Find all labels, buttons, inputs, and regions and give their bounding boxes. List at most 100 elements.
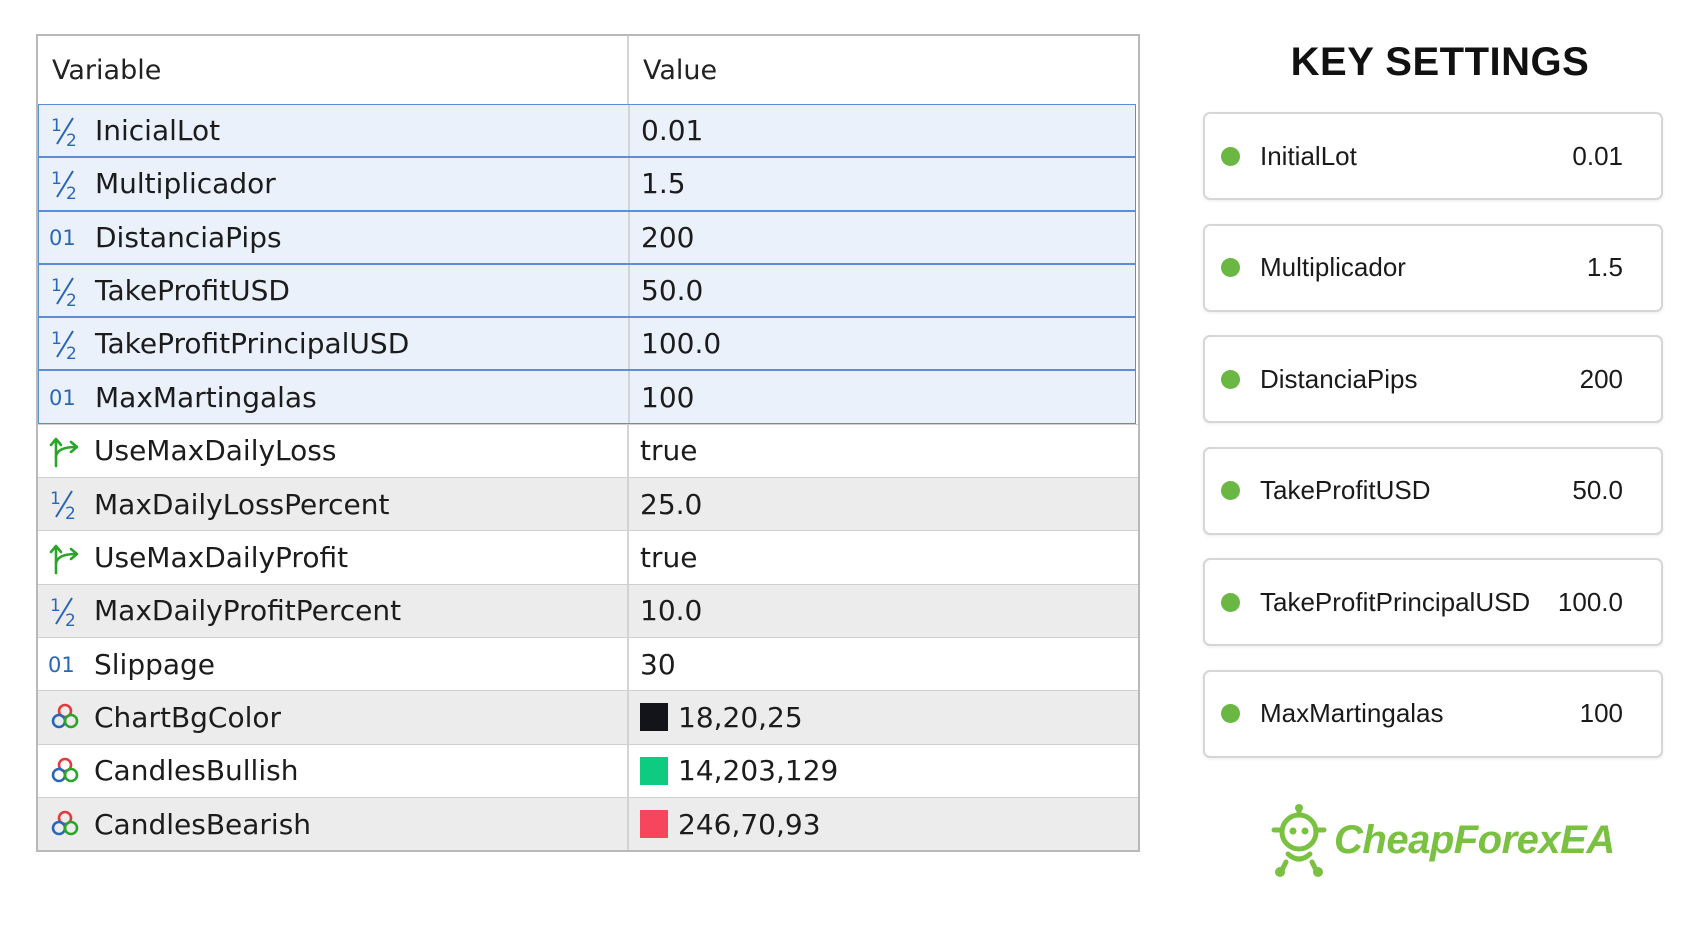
value-cell[interactable]: 18,20,25 [629, 691, 803, 743]
svg-text:01: 01 [49, 226, 76, 250]
color-swatch[interactable] [640, 810, 668, 838]
variable-name: MaxDailyProfitPercent [94, 594, 402, 628]
svg-text:01: 01 [49, 386, 76, 410]
svg-text:1: 1 [50, 596, 61, 616]
fraction-icon: 12 [48, 594, 82, 628]
column-header-value[interactable]: Value [629, 36, 717, 104]
variable-cell: CandlesBullish [38, 744, 629, 797]
column-header-variable[interactable]: Variable [38, 36, 629, 104]
key-setting-label: MaxMartingalas [1260, 698, 1444, 728]
status-dot-icon [1221, 369, 1240, 389]
key-setting-value: 100.0 [1557, 586, 1623, 617]
key-setting-card: TakeProfitPrincipalUSD 100.0 [1203, 558, 1663, 646]
key-setting-card: MaxMartingalas 100 [1203, 669, 1663, 758]
integer-icon: 01 [49, 220, 83, 254]
value-cell[interactable]: 246,70,93 [629, 798, 821, 850]
value-cell[interactable]: 1.5 [630, 158, 686, 209]
variable-name: MaxDailyLossPercent [94, 487, 390, 521]
table-row[interactable]: CandlesBearish 246,70,93 [38, 796, 1138, 851]
value-cell[interactable]: true [629, 531, 697, 583]
svg-text:1: 1 [51, 116, 62, 136]
table-row[interactable]: 01 Slippage 30 [38, 636, 1138, 691]
value-cell[interactable]: 200 [630, 212, 694, 263]
table-row[interactable]: 1 2 TakeProfitUSD 50.0 [38, 263, 1136, 318]
variable-name: UseMaxDailyLoss [94, 434, 337, 468]
key-setting-label: Multiplicador [1260, 252, 1406, 282]
fraction-icon: 12 [48, 487, 82, 521]
key-setting-card: TakeProfitUSD 50.0 [1203, 446, 1663, 535]
svg-text:01: 01 [48, 653, 75, 677]
value-cell[interactable]: 25.0 [629, 478, 702, 530]
key-setting-value: 200 [1579, 363, 1623, 394]
key-setting-label: TakeProfitPrincipalUSD [1260, 586, 1531, 617]
variable-cell: 01 Slippage [38, 637, 629, 691]
key-setting-value: 1.5 [1586, 252, 1623, 282]
table-row[interactable]: 1 2 Multiplicador 1.5 [38, 157, 1136, 211]
variable-name: UseMaxDailyProfit [94, 541, 349, 575]
key-setting-label: InitialLot [1260, 140, 1357, 171]
variable-cell: 1 2 InicialLot [39, 105, 630, 157]
fraction-icon: 12 [49, 114, 83, 148]
brand-logo: CheapForexEA [1268, 800, 1615, 880]
inputs-table: Variable Value 1 2 InicialLot 0.01 1 2 Multipl… [36, 34, 1140, 852]
table-row[interactable]: 01 MaxMartingalas 100 [38, 370, 1136, 424]
fraction-icon: 12 [49, 327, 83, 361]
value-cell[interactable]: 50.0 [630, 265, 703, 316]
key-settings-title: KEY SETTINGS [1290, 40, 1590, 84]
table-row[interactable]: 1 2 MaxDailyLossPercent 25.0 [38, 477, 1138, 531]
variable-cell: 1 2 TakeProfitUSD [39, 264, 630, 317]
table-row[interactable]: 1 2 InicialLot 0.01 [38, 104, 1136, 158]
key-setting-value: 50.0 [1572, 475, 1623, 505]
variable-value: true [640, 434, 698, 468]
value-cell[interactable]: 0.01 [630, 105, 703, 156]
robot-mascot-icon [1271, 804, 1327, 877]
table-row[interactable]: 01 DistanciaPips 200 [38, 210, 1136, 264]
variable-value: true [640, 541, 698, 575]
value-cell[interactable]: 14,203,129 [629, 745, 838, 797]
key-setting-label: TakeProfitUSD [1260, 475, 1431, 505]
table-row[interactable]: UseMaxDailyLoss true [38, 423, 1138, 478]
value-cell[interactable]: 100.0 [630, 318, 721, 369]
key-setting-value: 0.01 [1572, 140, 1623, 171]
value-cell[interactable]: 30 [629, 638, 676, 690]
variable-cell: 1 2 Multiplicador [39, 158, 630, 210]
table-row[interactable]: 1 2 MaxDailyProfitPercent 10.0 [38, 583, 1138, 637]
variable-name: DistanciaPips [95, 220, 282, 254]
variable-name: Multiplicador [95, 167, 276, 201]
fraction-icon: 12 [49, 274, 83, 308]
status-dot-icon [1221, 481, 1240, 500]
variable-name: MaxMartingalas [95, 380, 317, 414]
table-body: 1 2 InicialLot 0.01 1 2 Multiplicador 1.5 01 Dist… [38, 104, 1138, 851]
variable-name: TakeProfitPrincipalUSD [95, 327, 410, 361]
value-cell[interactable]: 10.0 [629, 585, 702, 637]
variable-cell: 1 2 MaxDailyLossPercent [38, 478, 629, 531]
variable-name: InicialLot [95, 114, 221, 148]
variable-value: 246,70,93 [678, 807, 821, 841]
key-setting-card: DistanciaPips 200 [1203, 335, 1663, 423]
svg-text:2: 2 [66, 184, 77, 201]
variable-name: ChartBgColor [94, 700, 282, 734]
variable-value: 50.0 [641, 274, 704, 308]
color-swatch[interactable] [640, 756, 668, 785]
variable-value: 200 [641, 220, 695, 254]
table-row[interactable]: UseMaxDailyProfit true [38, 530, 1138, 584]
variable-name: CandlesBearish [94, 807, 312, 841]
value-cell[interactable]: true [629, 425, 697, 477]
variable-name: Slippage [94, 647, 216, 681]
svg-text:2: 2 [65, 504, 76, 521]
color-swatch[interactable] [640, 703, 668, 732]
key-setting-card: InitialLot 0.01 [1203, 112, 1663, 200]
variable-cell: 01 MaxMartingalas [39, 371, 630, 423]
key-setting-card: Multiplicador 1.5 [1203, 223, 1663, 312]
table-row[interactable]: ChartBgColor 18,20,25 [38, 690, 1138, 744]
key-setting-label: DistanciaPips [1260, 363, 1418, 394]
variable-name: TakeProfitUSD [95, 274, 290, 308]
variable-value: 0.01 [641, 114, 704, 148]
table-row[interactable]: CandlesBullish 14,203,129 [38, 743, 1138, 797]
svg-text:2: 2 [65, 611, 76, 628]
table-row[interactable]: 1 2 TakeProfitPrincipalUSD 100.0 [38, 317, 1136, 371]
variable-cell: UseMaxDailyProfit [38, 531, 629, 584]
color-circles-icon [48, 700, 82, 734]
value-cell[interactable]: 100 [630, 371, 694, 422]
svg-text:1: 1 [51, 276, 62, 296]
